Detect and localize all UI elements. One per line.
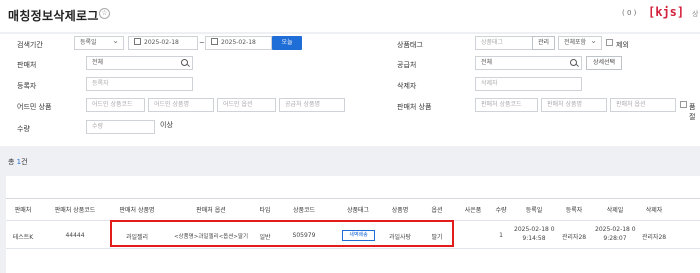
table-top-border [6,198,700,199]
cell-reg-date-line1: 2025-02-18 0 [514,226,555,233]
date-range-separator: ~ [199,39,205,47]
col-header-type[interactable]: 타입 [256,205,274,214]
cell-deleter: 관리자28 [641,234,667,241]
cell-reg-date-line2: 9:14:58 [522,235,546,242]
cell-seller: 테스트K [12,234,34,241]
col-header-seller-product[interactable]: 판매처 상품명 [112,205,162,214]
multi-select-button[interactable]: 상세선택 [586,56,622,70]
col-header-seller-code[interactable]: 판매처 상품코드 [44,205,106,214]
cell-registrant: 관리자28 [561,234,587,241]
tag-scope-select[interactable]: 전체포함 [558,36,602,50]
calendar-icon [134,38,141,45]
admin-option-input[interactable]: 어드민 옵션 [217,98,276,112]
deleter-label: 삭제자 [397,82,417,90]
col-header-qty[interactable]: 수량 [493,205,509,214]
col-header-product-tag[interactable]: 상품태그 [340,205,376,214]
quantity-suffix: 이상 [160,121,173,129]
seller-option-input[interactable]: 판매처 옵션 [610,98,676,112]
col-header-gift[interactable]: 사은품 [460,205,486,214]
period-label: 검색기간 [17,41,43,49]
search-icon [570,59,577,66]
except-checkbox[interactable] [606,39,613,46]
col-header-product-code[interactable]: 상품코드 [285,205,323,214]
brand-extra: 상 [692,10,699,18]
date-from-input[interactable]: 2025-02-18 [128,36,198,50]
admin-product-code-input[interactable]: 어드민 상품코드 [86,98,145,112]
page-header: 매칭정보삭제로그 ☆ ( 0 ) [kjs] 상 [0,0,700,32]
cell-qty: 1 [499,232,503,239]
admin-product-label: 어드민 상품 [17,103,52,111]
seller-product-code-input[interactable]: 판매처 상품코드 [475,98,538,112]
date-to-input[interactable]: 2025-02-18 [205,36,272,50]
highlight-box [110,220,454,247]
quantity-label: 수량 [17,125,30,133]
brand-logo: [kjs] [648,5,685,19]
result-count: 총 1건 [8,158,28,166]
col-header-product-name[interactable]: 상품명 [385,205,415,214]
col-header-seller-option[interactable]: 판매처 옵션 [176,205,246,214]
quantity-input[interactable]: 수량 [86,120,155,134]
seller-product-label: 판매처 상품 [397,103,432,111]
deleter-input[interactable]: 삭제자 [475,77,582,91]
exact-checkbox[interactable] [680,101,687,108]
product-tag-label: 상품태그 [397,41,423,49]
col-header-option[interactable]: 옵션 [428,205,446,214]
admin-product-name-input[interactable]: 어드민 상품명 [148,98,214,112]
supplier-search-input[interactable]: 전체 [475,56,582,70]
notification-count: ( 0 ) [622,9,637,17]
col-header-registrant[interactable]: 등록자 [563,205,585,214]
tag-manage-button[interactable]: 관리 [532,36,555,50]
exact-label: 품절 [689,103,696,121]
supplier-product-name-input[interactable]: 공급처 상품명 [279,98,345,112]
period-type-select[interactable]: 등록일 [74,36,124,50]
supplier-label: 공급처 [397,61,417,69]
col-header-deleter[interactable]: 삭제자 [643,205,665,214]
col-header-del-date[interactable]: 삭제일 [600,205,630,214]
calendar-icon [211,38,218,45]
col-header-seller[interactable]: 판매처 [12,205,34,214]
seller-label: 판매처 [17,61,37,69]
table-row-border [6,248,700,249]
seller-search-input[interactable]: 전체 [86,56,193,70]
favorite-star-icon[interactable]: ☆ [99,8,110,19]
today-button[interactable]: 오늘 [272,36,302,50]
col-header-reg-date[interactable]: 등록일 [521,205,547,214]
registrant-input[interactable]: 등록자 [86,77,193,91]
seller-product-name-input[interactable]: 판매처 상품명 [541,98,607,112]
registrant-label: 등록자 [17,82,37,90]
cell-del-date-line2: 9:28:07 [603,235,627,242]
page-title: 매칭정보삭제로그 [8,9,99,23]
except-label: 제외 [616,41,629,49]
cell-del-date-line1: 2025-02-18 0 [595,226,636,233]
search-icon [181,59,188,66]
cell-seller-code: 44444 [65,232,85,239]
